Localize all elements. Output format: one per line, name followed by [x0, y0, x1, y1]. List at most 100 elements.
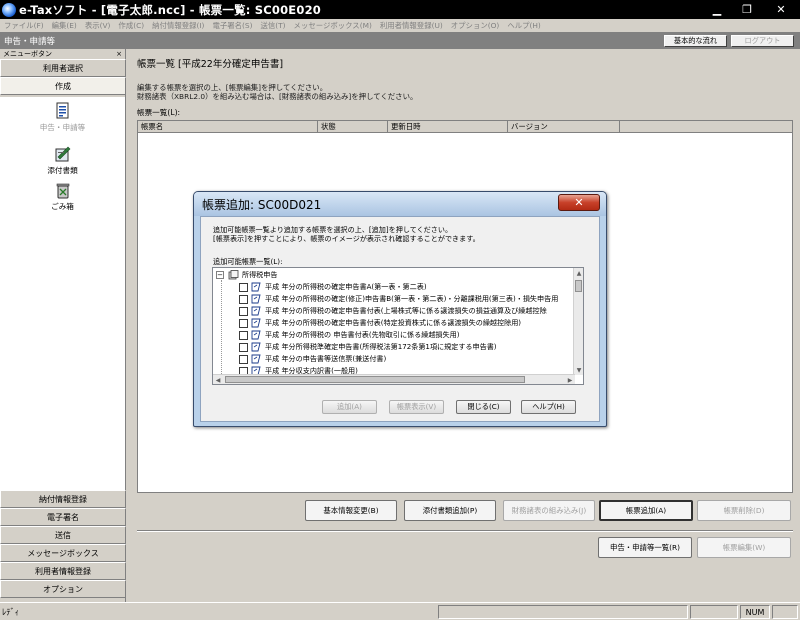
menu-file[interactable]: ファイル(F) — [4, 20, 44, 31]
form-icon — [251, 318, 261, 328]
checkbox[interactable] — [239, 342, 248, 352]
checkbox[interactable] — [239, 282, 248, 292]
restore-button[interactable]: ❐ — [732, 0, 762, 19]
declaration-item-label: 申告・申請等 — [39, 123, 86, 132]
menu-user-info[interactable]: 利用者情報登録(U) — [380, 20, 443, 31]
basic-flow-button[interactable]: 基本的な流れ — [664, 35, 727, 47]
vertical-scrollbar[interactable]: ▲ ▼ — [573, 268, 583, 375]
attachment-item-label: 添付書類 — [47, 166, 78, 175]
attachment-item[interactable]: 添付書類 — [0, 145, 125, 176]
collapse-icon[interactable]: − — [216, 271, 224, 279]
add-button[interactable]: 追加(A) — [322, 400, 377, 414]
show-form-button[interactable]: 帳票表示(V) — [389, 400, 444, 414]
tree-item[interactable]: 平成 年分の所得税の 申告書付表(先物取引に係る繰越損失用) — [239, 329, 459, 341]
edit-form-button[interactable]: 帳票編集(W) — [697, 537, 791, 558]
message-box-button[interactable]: メッセージボックス — [0, 544, 126, 562]
minimize-button[interactable]: ▁ — [702, 0, 732, 19]
tree-root-label: 所得税申告 — [242, 270, 278, 279]
horizontal-scroll-thumb[interactable] — [225, 376, 525, 383]
pin-close-icon[interactable]: × — [116, 50, 122, 58]
form-list-label: 帳票一覧(L): — [137, 108, 181, 117]
dialog-close-button[interactable]: ✕ — [558, 194, 600, 211]
menu-bar: ファイル(F) 編集(E) 表示(V) 作成(C) 納付情報登録(I) 電子署名… — [0, 19, 800, 32]
menu-view[interactable]: 表示(V) — [85, 20, 111, 31]
column-header-updated[interactable]: 更新日時 — [388, 121, 508, 132]
horizontal-scrollbar[interactable]: ◀ ▶ — [213, 374, 575, 384]
checkbox[interactable] — [239, 330, 248, 340]
basic-info-change-button[interactable]: 基本情報変更(B) — [305, 500, 397, 521]
instruction-line: 編集する帳票を選択の上、[帳票編集]を押してください。 — [137, 83, 328, 92]
menu-options[interactable]: オプション(O) — [451, 20, 500, 31]
add-attachment-button[interactable]: 添付書類追加(P) — [404, 500, 496, 521]
e-signature-button[interactable]: 電子署名 — [0, 508, 126, 526]
left-bottom-buttons: 納付情報登録 電子署名 送信 メッセージボックス 利用者情報登録 オプション — [0, 490, 126, 598]
tree-item[interactable]: 平成 年分所得税準確定申告書(所得税法第172条第1項に規定する申告書) — [239, 341, 497, 353]
import-financial-statements-button[interactable]: 財務諸表の組み込み(J) — [503, 500, 595, 521]
menu-message-box[interactable]: メッセージボックス(M) — [294, 20, 372, 31]
status-text: ﾚﾃﾞｨ — [2, 608, 20, 618]
menu-create[interactable]: 作成(C) — [118, 20, 144, 31]
tree-root[interactable]: − 所得税申告 — [216, 269, 277, 281]
payment-info-button[interactable]: 納付情報登録 — [0, 490, 126, 508]
form-icon — [251, 354, 261, 364]
menu-payment-info[interactable]: 納付情報登録(I) — [152, 20, 204, 31]
trash-item-label: ごみ箱 — [51, 202, 74, 211]
divider — [137, 530, 793, 532]
help-button[interactable]: ヘルプ(H) — [521, 400, 576, 414]
dialog-title-bar: 帳票追加: SC00D021 ✕ — [194, 192, 606, 216]
addable-form-tree[interactable]: − 所得税申告 平成 年分の所得税の確定申告書A(第一表・第二表) 平成 年分の… — [212, 267, 584, 385]
tree-item[interactable]: 平成 年分の所得税の確定申告書付表(特定投資株式に係る譲渡損失の繰越控除用) — [239, 317, 521, 329]
tree-item[interactable]: 平成 年分の所得税の確定申告書付表(上場株式等に係る譲渡損失の損益通算及び繰越控… — [239, 305, 547, 317]
checkbox[interactable] — [239, 294, 248, 304]
form-icon — [251, 342, 261, 352]
scroll-down-icon[interactable]: ▼ — [574, 365, 583, 375]
column-header-form-name[interactable]: 帳票名 — [138, 121, 318, 132]
document-form-icon — [56, 102, 68, 119]
tree-item-label: 平成 年分の所得税の確定(修正)申告書B(第一表・第二表)・分離課税用(第三表)… — [265, 294, 559, 303]
column-header-version[interactable]: バージョン — [508, 121, 620, 132]
trash-icon — [56, 183, 69, 199]
dialog-instruction-line: [帳票表示]を押すことにより、帳票のイメージが表示され確認することができます。 — [213, 233, 480, 243]
tree-item-label: 平成 年分の所得税の 申告書付表(先物取引に係る繰越損失用) — [265, 330, 460, 339]
scroll-up-icon[interactable]: ▲ — [574, 268, 583, 278]
status-bar: ﾚﾃﾞｨ NUM — [0, 602, 800, 620]
send-button[interactable]: 送信 — [0, 526, 126, 544]
menu-e-signature[interactable]: 電子署名(S) — [212, 20, 252, 31]
declaration-list-button[interactable]: 申告・申請等一覧(R) — [598, 537, 692, 558]
menu-edit[interactable]: 編集(E) — [52, 20, 77, 31]
add-form-button[interactable]: 帳票追加(A) — [599, 500, 693, 521]
checkbox[interactable] — [239, 306, 248, 316]
column-header-status[interactable]: 状態 — [318, 121, 388, 132]
menu-help[interactable]: ヘルプ(H) — [507, 20, 541, 31]
create-button[interactable]: 作成 — [0, 77, 126, 95]
menu-panel-header: メニューボタン × — [0, 49, 125, 59]
delete-form-button[interactable]: 帳票削除(D) — [697, 500, 791, 521]
window-title: e-Taxソフト - [電子太郎.ncc] - 帳票一覧: SC00E020 — [19, 2, 321, 17]
vertical-scroll-thumb[interactable] — [575, 280, 582, 292]
left-menu-panel: メニューボタン × 利用者選択 作成 申告・申請等 添付書類 ごみ箱 納付情報登… — [0, 49, 126, 602]
category-icon — [228, 270, 239, 280]
declaration-item[interactable]: 申告・申請等 — [0, 102, 125, 133]
tree-item-label: 平成 年分所得税準確定申告書(所得税法第172条第1項に規定する申告書) — [265, 342, 497, 351]
tree-item[interactable]: 平成 年分の所得税の確定申告書A(第一表・第二表) — [239, 281, 427, 293]
checkbox[interactable] — [239, 354, 248, 364]
scroll-right-icon[interactable]: ▶ — [565, 375, 575, 384]
form-icon — [251, 294, 261, 304]
trash-item[interactable]: ごみ箱 — [0, 181, 125, 212]
close-window-button[interactable]: ✕ — [762, 0, 800, 19]
menu-send[interactable]: 送信(T) — [260, 20, 285, 31]
user-select-button[interactable]: 利用者選択 — [0, 59, 126, 77]
form-icon — [251, 306, 261, 316]
options-button[interactable]: オプション — [0, 580, 126, 598]
dialog-close-text-button[interactable]: 閉じる(C) — [456, 400, 511, 414]
tree-item[interactable]: 平成 年分の所得税の確定(修正)申告書B(第一表・第二表)・分離課税用(第三表)… — [239, 293, 558, 305]
section-title: 申告・申請等 — [4, 36, 56, 47]
tree-item-label: 平成 年分の所得税の確定申告書付表(特定投資株式に係る譲渡損失の繰越控除用) — [265, 318, 522, 327]
user-info-button[interactable]: 利用者情報登録 — [0, 562, 126, 580]
menu-panel-title: メニューボタン — [3, 50, 52, 58]
checkbox[interactable] — [239, 318, 248, 328]
scroll-left-icon[interactable]: ◀ — [213, 375, 223, 384]
tree-item[interactable]: 平成 年分の申告書等送信票(兼送付書) — [239, 353, 386, 365]
logout-button[interactable]: ログアウト — [731, 35, 794, 47]
form-list-header: 帳票名 状態 更新日時 バージョン — [138, 121, 792, 133]
